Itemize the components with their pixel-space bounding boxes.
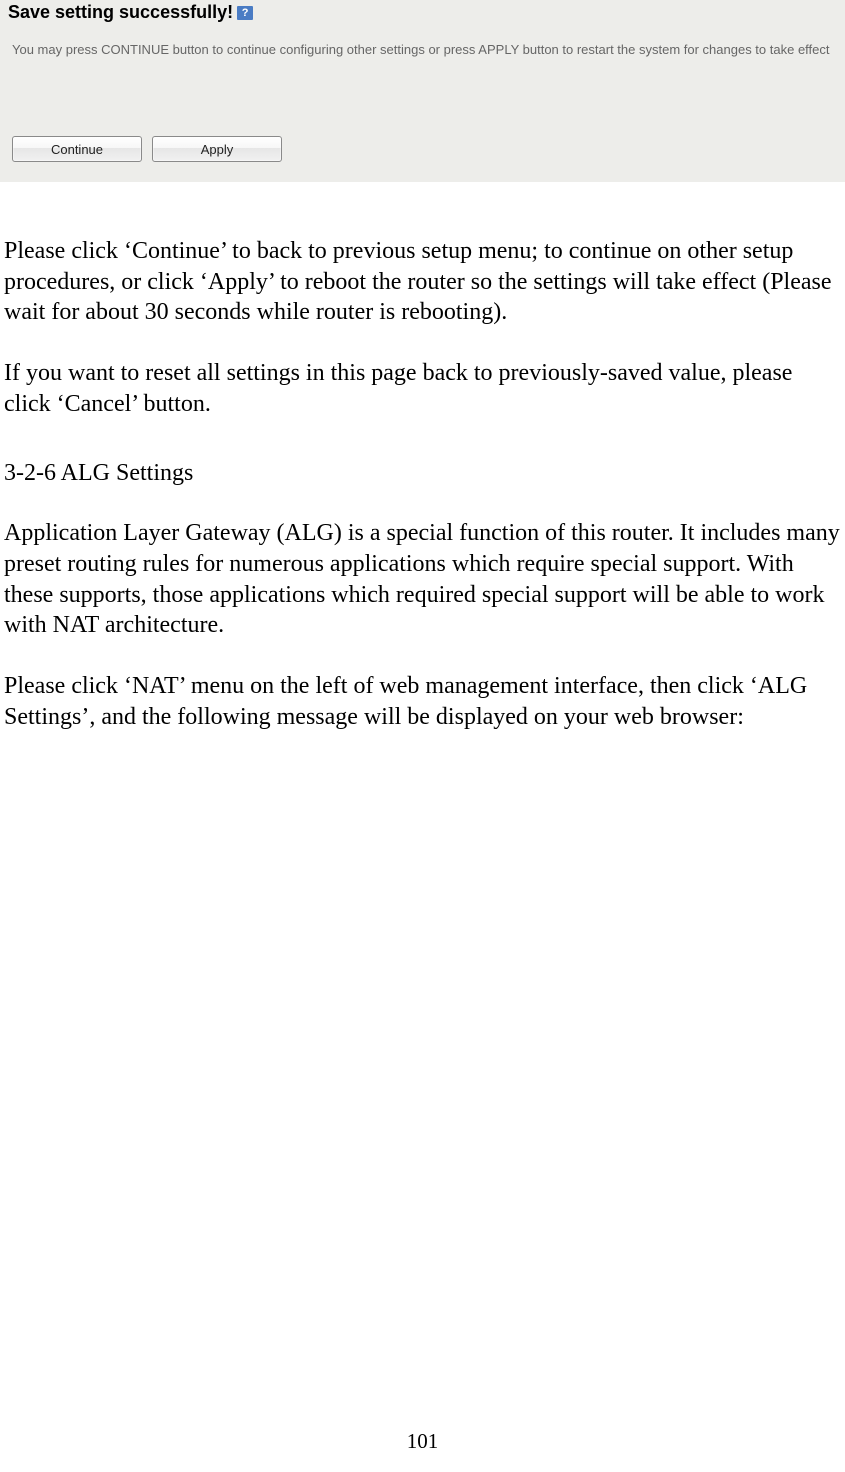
doc-paragraph: Application Layer Gateway (ALG) is a spe… [4, 518, 841, 641]
dialog-heading-row: Save setting successfully! ? [0, 0, 845, 23]
continue-button[interactable]: Continue [12, 136, 142, 162]
save-settings-dialog: Save setting successfully! ? You may pre… [0, 0, 845, 182]
doc-section-heading: 3-2-6 ALG Settings [4, 458, 841, 489]
page-number: 101 [0, 1429, 845, 1454]
dialog-title: Save setting successfully! [8, 2, 233, 23]
dialog-message: You may press CONTINUE button to continu… [0, 23, 845, 59]
apply-button[interactable]: Apply [152, 136, 282, 162]
document-body: Please click ‘Continue’ to back to previ… [0, 182, 845, 733]
doc-paragraph: If you want to reset all settings in thi… [4, 358, 841, 419]
help-icon[interactable]: ? [237, 6, 253, 20]
doc-paragraph: Please click ‘NAT’ menu on the left of w… [4, 671, 841, 732]
doc-paragraph: Please click ‘Continue’ to back to previ… [4, 236, 841, 328]
dialog-button-row: Continue Apply [12, 136, 282, 162]
